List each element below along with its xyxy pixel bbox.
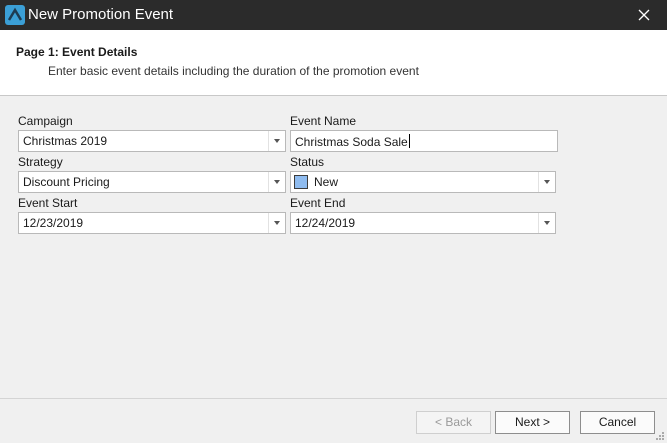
page-subtitle: Enter basic event details including the … <box>48 64 419 78</box>
wizard-header: Page 1: Event Details Enter basic event … <box>0 30 667 96</box>
strategy-select[interactable]: Discount Pricing <box>18 171 286 193</box>
event-name-value: Christmas Soda Sale <box>295 134 410 149</box>
event-start-label: Event Start <box>18 196 78 210</box>
next-button[interactable]: Next > <box>495 411 570 434</box>
event-end-date-picker[interactable]: 12/24/2019 <box>290 212 556 234</box>
event-end-value: 12/24/2019 <box>295 216 356 230</box>
resize-grip-icon[interactable] <box>655 431 665 441</box>
wizard-footer: < Back Next > Cancel <box>0 398 667 443</box>
page-title: Page 1: Event Details <box>16 45 138 59</box>
campaign-value: Christmas 2019 <box>23 134 108 148</box>
back-button[interactable]: < Back <box>416 411 491 434</box>
strategy-value: Discount Pricing <box>23 175 110 189</box>
cancel-button[interactable]: Cancel <box>580 411 655 434</box>
app-logo-icon <box>5 5 25 25</box>
event-start-date-picker[interactable]: 12/23/2019 <box>18 212 286 234</box>
campaign-select[interactable]: Christmas 2019 <box>18 130 286 152</box>
status-label: Status <box>290 155 325 169</box>
event-end-label: Event End <box>290 196 346 210</box>
chevron-down-icon[interactable] <box>268 213 285 233</box>
event-name-label: Event Name <box>290 114 357 128</box>
window-title: New Promotion Event <box>28 6 174 23</box>
chevron-down-icon[interactable] <box>538 213 555 233</box>
status-color-swatch <box>294 175 308 189</box>
close-button[interactable] <box>621 0 667 30</box>
strategy-label: Strategy <box>18 155 63 169</box>
status-select[interactable]: New <box>290 171 556 193</box>
chevron-down-icon[interactable] <box>268 172 285 192</box>
close-icon <box>638 9 650 21</box>
status-value: New <box>314 175 339 189</box>
event-start-value: 12/23/2019 <box>23 216 84 230</box>
campaign-label: Campaign <box>18 114 73 128</box>
chevron-down-icon[interactable] <box>538 172 555 192</box>
event-name-input[interactable]: Christmas Soda Sale <box>290 130 558 152</box>
text-cursor <box>408 134 410 148</box>
title-bar: New Promotion Event <box>0 0 667 30</box>
chevron-down-icon[interactable] <box>268 131 285 151</box>
